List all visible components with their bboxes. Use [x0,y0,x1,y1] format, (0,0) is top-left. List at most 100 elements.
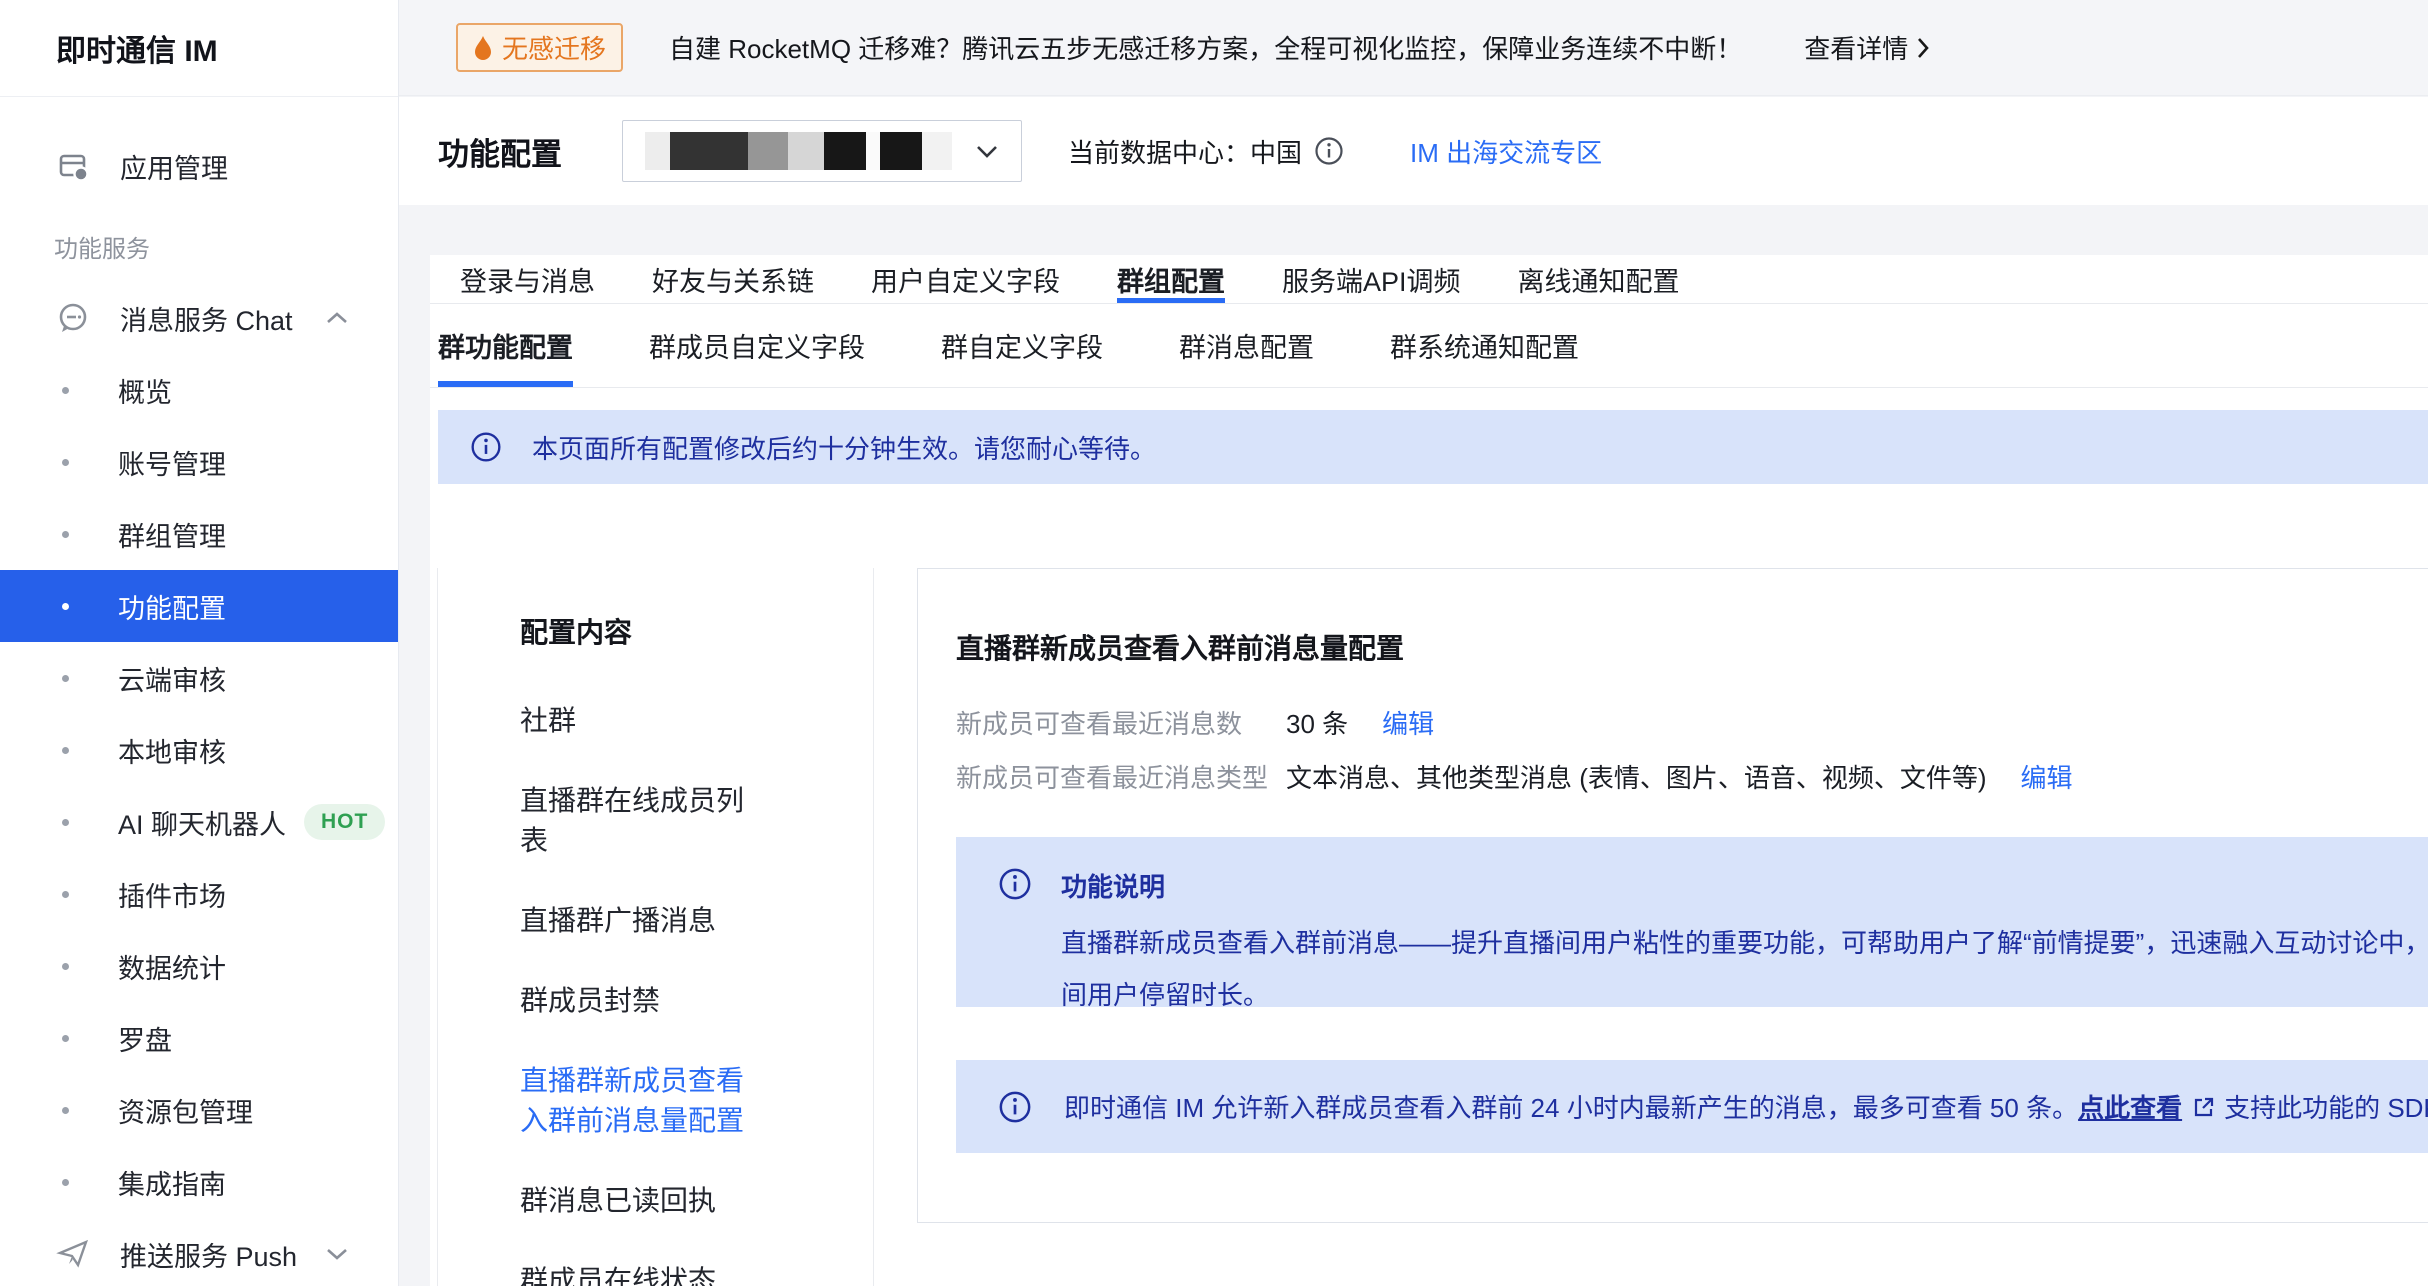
tab-login-message[interactable]: 登录与消息 [460,255,595,303]
feature-note-box: 功能说明 直播群新成员查看入群前消息——提升直播间用户粘性的重要功能，可帮助用户… [956,837,2428,1007]
config-item-pre-join-message[interactable]: 直播群新成员查看入群前消息量配置 [520,1061,758,1141]
tab-friend-relation[interactable]: 好友与关系链 [652,255,814,303]
config-content-list: 配置内容 社群 直播群在线成员列表 直播群广播消息 群成员封禁 直播群新成员查看… [520,611,758,1286]
subtab-group-system-notification[interactable]: 群系统通知配置 [1390,304,1579,387]
chevron-right-icon [1916,37,1930,59]
flame-icon [473,35,493,61]
promo-badge: 无感迁移 [456,23,623,72]
row-label: 新成员可查看最近消息类型 [956,758,1286,798]
sidebar: 即时通信 IM 应用管理 功能服务 消息服务 Chat 概览 [0,0,399,1286]
config-item-community[interactable]: 社群 [520,701,758,741]
chat-icon [54,300,92,336]
datacenter-indicator: 当前数据中心：中国 [1068,133,1344,170]
sidebar-item-label: 数据统计 [118,947,226,986]
sidebar-item-label: 群组管理 [118,515,226,554]
tab-bar: 登录与消息 好友与关系链 用户自定义字段 群组配置 服务端API调频 离线通知配… [430,255,2428,304]
overseas-zone-link[interactable]: IM 出海交流专区 [1410,133,1602,170]
subtab-group-feature-config[interactable]: 群功能配置 [438,304,573,387]
sidebar-item-data-statistics[interactable]: 数据统计 [0,930,398,1002]
subtab-group-custom-field[interactable]: 群自定义字段 [941,304,1103,387]
sidebar-item-integration-guide[interactable]: 集成指南 [0,1146,398,1218]
detail-row-message-type: 新成员可查看最近消息类型 文本消息、其他类型消息 (表情、图片、语音、视频、文件… [956,758,2073,798]
sidebar-item-plugin-market[interactable]: 插件市场 [0,858,398,930]
sidebar-item-label: 账号管理 [118,443,226,482]
info-icon [998,1090,1032,1124]
row-value: 文本消息、其他类型消息 (表情、图片、语音、视频、文件等) [1286,758,1987,798]
page-notice-banner: 本页面所有配置修改后约十分钟生效。请您耐心等待。 [438,410,2428,484]
sdk-note-prefix: 即时通信 IM 允许新入群成员查看入群前 24 小时内最新产生的消息，最多可查看… [1064,1088,2078,1125]
tab-server-api[interactable]: 服务端API调频 [1282,255,1461,303]
config-item-member-online-status[interactable]: 群成员在线状态 [520,1261,758,1286]
subtab-group-message-config[interactable]: 群消息配置 [1179,304,1314,387]
bullet-icon [62,963,69,970]
bullet-icon [62,387,69,394]
edit-link[interactable]: 编辑 [2021,758,2073,798]
sidebar-item-label: 功能配置 [118,587,226,626]
bullet-icon [62,1107,69,1114]
sidebar-item-compass[interactable]: 罗盘 [0,1002,398,1074]
subtab-group-member-custom-field[interactable]: 群成员自定义字段 [649,304,865,387]
edit-link[interactable]: 编辑 [1382,704,1434,744]
bullet-icon [62,531,69,538]
detail-rows: 新成员可查看最近消息数 30 条 编辑 新成员可查看最近消息类型 文本消息、其他… [956,704,2073,812]
sidebar-item-group-management[interactable]: 群组管理 [0,498,398,570]
redacted-app-name [645,132,952,170]
notice-text: 本页面所有配置修改后约十分钟生效。请您耐心等待。 [532,429,1156,466]
page-title: 功能配置 [438,129,562,174]
feature-note-title: 功能说明 [1061,867,1165,904]
config-item-member-ban[interactable]: 群成员封禁 [520,981,758,1021]
hot-badge: HOT [304,804,385,840]
sidebar-item-app-management[interactable]: 应用管理 [0,130,398,202]
sidebar-item-account-management[interactable]: 账号管理 [0,426,398,498]
push-icon [54,1236,92,1272]
datacenter-label: 当前数据中心：中国 [1068,133,1302,170]
sidebar-item-label: 本地审核 [118,731,226,770]
page-header: 功能配置 当前数据中心：中国 IM 出海交流专区 [399,97,2428,205]
tab-offline-notification[interactable]: 离线通知配置 [1518,255,1680,303]
info-icon[interactable] [1314,136,1344,166]
bullet-icon [62,747,69,754]
sidebar-item-label: 概览 [118,371,172,410]
info-icon [998,867,1032,906]
sidebar-item-overview[interactable]: 概览 [0,354,398,426]
app-title: 即时通信 IM [0,0,398,97]
app-select-dropdown[interactable] [622,120,1022,182]
detail-row-message-count: 新成员可查看最近消息数 30 条 编辑 [956,704,2073,744]
config-item-read-receipt[interactable]: 群消息已读回执 [520,1181,758,1221]
feature-note-line1: 直播群新成员查看入群前消息——提升直播间用户粘性的重要功能，可帮助用户了解“前情… [1061,923,2428,960]
sidebar-item-ai-chatbot[interactable]: AI 聊天机器人 HOT [0,786,398,858]
config-list-title: 配置内容 [520,611,758,651]
config-item-live-group-online-members[interactable]: 直播群在线成员列表 [520,781,758,861]
bullet-icon [62,1035,69,1042]
bullet-icon [62,819,69,826]
sidebar-item-resource-pack[interactable]: 资源包管理 [0,1074,398,1146]
tab-group-config[interactable]: 群组配置 [1117,255,1225,303]
sidebar-item-label: 推送服务 Push [120,1235,297,1274]
divider [873,568,874,1286]
sidebar-item-label: 应用管理 [120,147,228,186]
sidebar-item-local-moderation[interactable]: 本地审核 [0,714,398,786]
sidebar-item-label: 资源包管理 [118,1091,253,1130]
sidebar-section-label: 功能服务 [0,210,398,282]
tab-user-custom-field[interactable]: 用户自定义字段 [871,255,1060,303]
chevron-down-icon [975,144,999,159]
content-card: 登录与消息 好友与关系链 用户自定义字段 群组配置 服务端API调频 离线通知配… [430,255,2428,1286]
promo-details-link[interactable]: 查看详情 [1804,29,1930,66]
bullet-icon [62,1179,69,1186]
sidebar-item-cloud-moderation[interactable]: 云端审核 [0,642,398,714]
config-item-live-group-broadcast[interactable]: 直播群广播消息 [520,901,758,941]
promo-banner: 无感迁移 自建 RocketMQ 迁移难？腾讯云五步无感迁移方案，全程可视化监控… [399,0,2428,96]
sidebar-item-push-service[interactable]: 推送服务 Push [0,1218,398,1286]
app-management-icon [54,148,92,184]
sdk-note-text: 即时通信 IM 允许新入群成员查看入群前 24 小时内最新产生的消息，最多可查看… [1064,1088,2428,1125]
feature-note-line2: 间用户停留时长。 [1061,975,1269,1012]
promo-details-label: 查看详情 [1804,29,1908,66]
sidebar-item-feature-config[interactable]: 功能配置 [0,570,398,642]
bullet-icon [62,675,69,682]
divider [437,568,438,1286]
sidebar-item-label: 罗盘 [118,1019,172,1058]
sdk-note-link[interactable]: 点此查看 [2078,1088,2182,1125]
subtab-bar: 群功能配置 群成员自定义字段 群自定义字段 群消息配置 群系统通知配置 [430,304,2428,388]
sidebar-item-chat-service[interactable]: 消息服务 Chat [0,282,398,354]
promo-badge-label: 无感迁移 [502,29,606,66]
